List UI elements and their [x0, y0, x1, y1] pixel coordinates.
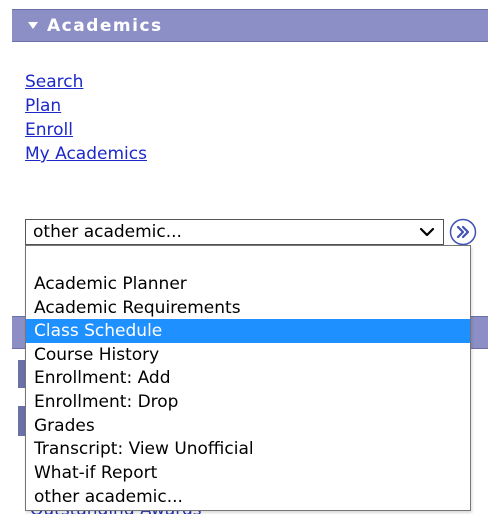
select-option[interactable]: Academic Requirements [26, 296, 470, 320]
select-option[interactable]: Transcript: View Unofficial [26, 437, 470, 461]
select-option[interactable]: Course History [26, 343, 470, 367]
plan-link[interactable]: Plan [25, 94, 147, 118]
academics-section-header[interactable]: Academics [12, 9, 488, 42]
select-option[interactable]: Academic Planner [26, 272, 470, 296]
chevron-down-icon [419, 227, 435, 237]
select-option[interactable]: Grades [26, 414, 470, 438]
enroll-link[interactable]: Enroll [25, 118, 147, 142]
search-link[interactable]: Search [25, 70, 147, 94]
triangle-down-icon [28, 22, 38, 29]
select-value: other academic... [33, 222, 182, 242]
academics-page: Academics Search Plan Enroll My Academic… [0, 0, 488, 514]
select-option[interactable]: Enrollment: Drop [26, 390, 470, 414]
select-option-selected[interactable]: Class Schedule [26, 319, 470, 343]
select-option[interactable]: Enrollment: Add [26, 366, 470, 390]
go-button[interactable] [449, 218, 477, 246]
my-academics-link[interactable]: My Academics [25, 142, 147, 166]
select-option[interactable]: What-if Report [26, 461, 470, 485]
select-option[interactable] [26, 248, 470, 272]
academics-links: Search Plan Enroll My Academics [25, 70, 147, 166]
select-option[interactable]: other academic... [26, 485, 470, 509]
other-academic-select[interactable]: other academic... [25, 219, 444, 245]
section-title: Academics [47, 15, 163, 36]
select-options-list: Academic Planner Academic Requirements C… [25, 245, 471, 511]
